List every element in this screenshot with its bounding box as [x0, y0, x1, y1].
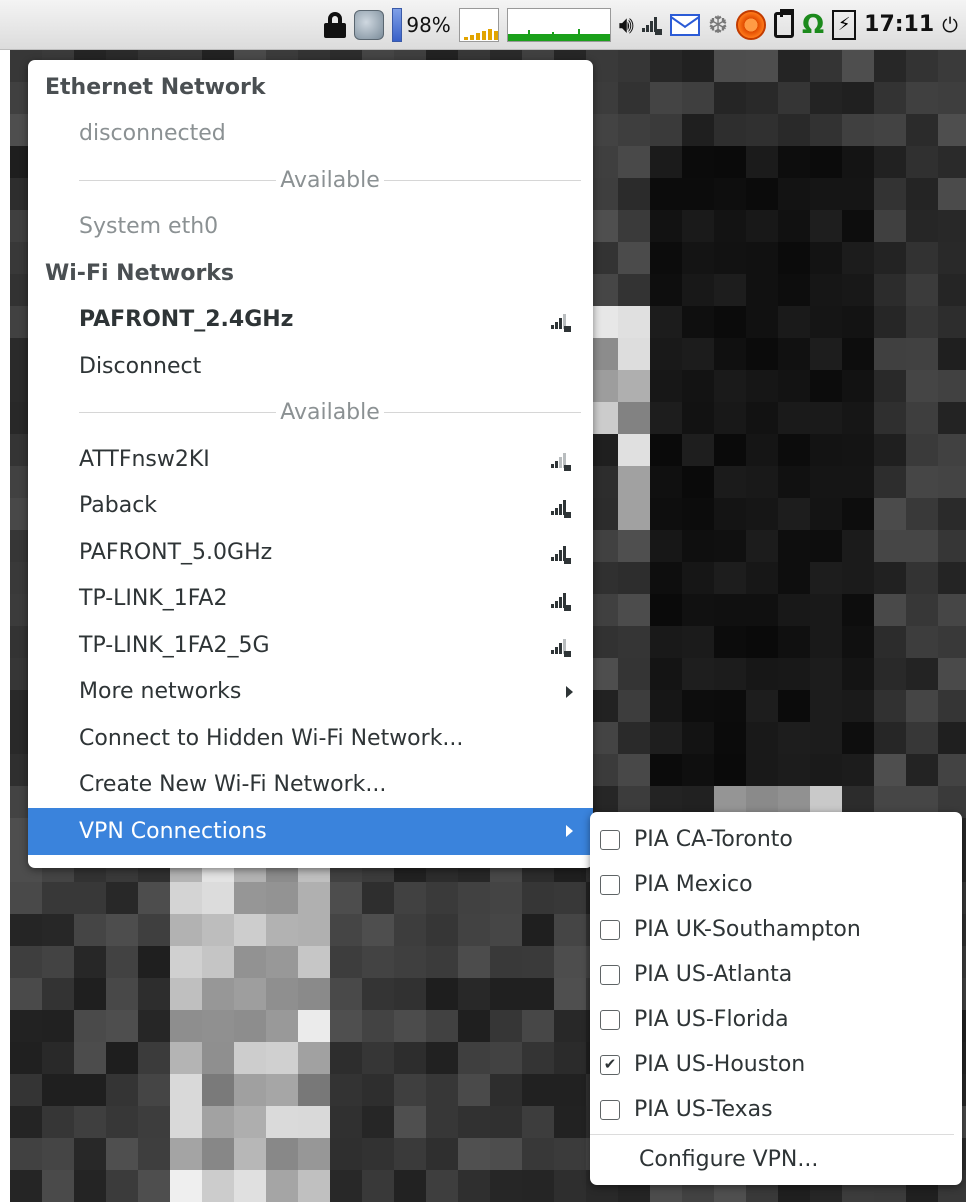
network-graph [506, 7, 611, 42]
checkbox-icon[interactable] [600, 964, 620, 985]
volume-button[interactable]: 🔊︎ [619, 8, 634, 42]
system-eth0-item: System eth0 [79, 214, 219, 240]
connected-network-item[interactable]: PAFRONT_2.4GHz [28, 297, 593, 344]
cpu-graph [458, 7, 499, 42]
vpn-item-label: PIA US-Texas [634, 1097, 773, 1122]
checkbox-icon[interactable] [600, 1099, 620, 1120]
vpn-item[interactable]: PIA Mexico [590, 862, 962, 907]
vpn-item-label: PIA US-Houston [634, 1052, 806, 1077]
vpn-item[interactable]: PIA US-Atlanta [590, 952, 962, 997]
clipboard-icon [774, 8, 795, 38]
wifi-network-item[interactable]: PAFRONT_5.0GHz [28, 529, 593, 576]
vpn-item-label: PIA UK-Southampton [634, 917, 861, 942]
available-separator-ethernet: Available [28, 157, 593, 204]
checkbox-icon[interactable] [600, 829, 620, 850]
volume-icon: 🔊︎ [618, 10, 634, 39]
network-monitor[interactable] [506, 7, 611, 42]
wifi-network-item[interactable]: TP-LINK_1FA2 [28, 576, 593, 623]
vpn-item-label: PIA CA-Toronto [634, 827, 793, 852]
alert-icon [736, 9, 767, 40]
vpn-submenu: PIA CA-Toronto PIA Mexico PIA UK-Southampt… [590, 812, 962, 1185]
submenu-separator [590, 1134, 954, 1135]
vpn-connections-label: VPN Connections [79, 818, 267, 844]
wifi-network-item[interactable]: ATTFnsw2KI [28, 436, 593, 483]
checkbox-icon[interactable] [600, 1009, 620, 1030]
connect-hidden-wifi-item[interactable]: Connect to Hidden Wi-Fi Network... [28, 715, 593, 762]
connected-network-name: PAFRONT_2.4GHz [79, 307, 294, 333]
signal-icon [551, 637, 571, 658]
power-bolt-icon: ⚡︎ [832, 9, 857, 40]
wifi-network-item[interactable]: TP-LINK_1FA2_5G [28, 622, 593, 669]
wifi-header: Wi-Fi Networks [45, 260, 235, 286]
wifi-network-name: Paback [79, 493, 158, 519]
mail-icon [669, 13, 700, 36]
power-button-icon: ⏻ [942, 12, 958, 37]
snowflake-button[interactable]: ❆ [708, 8, 728, 42]
omega-icon: Ω [802, 9, 825, 40]
vpn-item[interactable]: PIA UK-Southampton [590, 907, 962, 952]
available-separator-wifi: Available [28, 390, 593, 437]
wifi-network-name: TP-LINK_1FA2_5G [79, 632, 270, 658]
signal-icon [551, 312, 571, 332]
battery-bar [392, 7, 403, 42]
battery-percent: 98% [406, 12, 451, 37]
alert-button[interactable] [736, 8, 767, 42]
more-networks-item[interactable]: More networks [28, 669, 593, 716]
checkbox-icon[interactable] [600, 919, 620, 940]
power-manager-button[interactable]: ⚡︎ [832, 8, 857, 42]
ethernet-status: disconnected [79, 121, 226, 147]
clock-text: 17:11 [864, 12, 935, 37]
cpu-monitor[interactable] [458, 7, 499, 42]
vpn-item[interactable]: PIA US-Texas [590, 1087, 962, 1132]
create-wifi-item[interactable]: Create New Wi-Fi Network... [28, 762, 593, 809]
vpn-item[interactable]: PIA CA-Toronto [590, 817, 962, 862]
configure-vpn-item[interactable]: Configure VPN... [590, 1137, 962, 1182]
mail-button[interactable] [669, 8, 700, 42]
clock[interactable]: 17:11 [864, 8, 934, 42]
more-networks-label: More networks [79, 679, 242, 705]
network-menu: Ethernet Network disconnected Available … [28, 60, 593, 868]
vpn-item-label: PIA Mexico [634, 872, 753, 897]
vpn-item[interactable]: PIA US-Florida [590, 997, 962, 1042]
app-tray-button[interactable] [354, 8, 385, 42]
lock-icon [324, 11, 347, 38]
clipboard-button[interactable] [774, 8, 795, 42]
submenu-arrow-icon [566, 685, 573, 698]
omega-button[interactable]: Ω [802, 8, 824, 42]
power-button[interactable]: ⏻ [942, 8, 958, 42]
app-icon [354, 9, 385, 40]
wifi-network-name: PAFRONT_5.0GHz [79, 539, 273, 565]
lock-screen-button[interactable] [324, 8, 347, 42]
signal-icon [551, 591, 571, 611]
network-applet-button[interactable] [641, 8, 662, 42]
wifi-network-name: TP-LINK_1FA2 [79, 586, 228, 612]
battery-indicator[interactable]: 98% [392, 7, 451, 42]
signal-icon [551, 451, 571, 472]
checkbox-icon[interactable] [600, 874, 620, 895]
vpn-item-label: PIA US-Florida [634, 1007, 789, 1032]
wifi-network-item[interactable]: Paback [28, 483, 593, 530]
checkbox-checked-icon[interactable]: ✔ [600, 1054, 620, 1075]
signal-icon [551, 544, 571, 565]
vpn-item[interactable]: ✔ PIA US-Houston [590, 1042, 962, 1087]
submenu-arrow-icon [566, 825, 573, 838]
vpn-connections-item[interactable]: VPN Connections [28, 808, 593, 855]
vpn-item-label: PIA US-Atlanta [634, 962, 793, 987]
signal-icon [641, 15, 662, 35]
disconnect-button[interactable]: Disconnect [28, 343, 593, 390]
top-panel: 98% 🔊︎ ❆ Ω ⚡︎ 17:11 ⏻ [0, 0, 966, 50]
wifi-network-name: ATTFnsw2KI [79, 446, 210, 472]
snowflake-icon: ❆ [707, 10, 729, 39]
signal-icon [551, 498, 571, 518]
ethernet-header: Ethernet Network [45, 74, 266, 100]
